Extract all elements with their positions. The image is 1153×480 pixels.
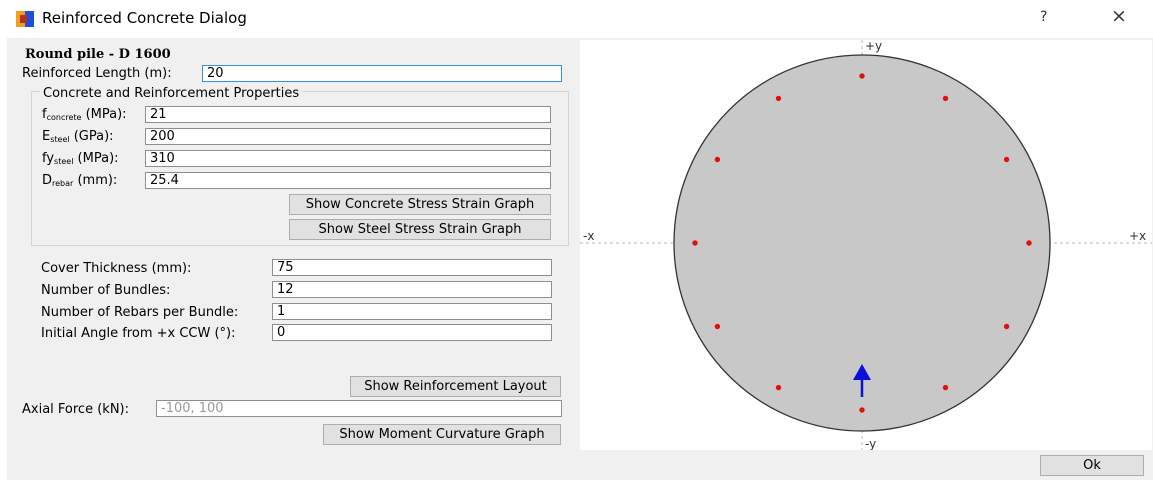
- cover-input[interactable]: 75: [272, 259, 552, 276]
- close-button[interactable]: ×: [1111, 5, 1127, 27]
- rebar-dot: [1026, 240, 1032, 246]
- axial-force-input[interactable]: -100, 100: [156, 400, 562, 417]
- fconcrete-input[interactable]: 21: [145, 106, 551, 123]
- rebar-dot: [692, 240, 698, 246]
- length-input[interactable]: 20: [202, 65, 562, 82]
- concrete-graph-button[interactable]: Show Concrete Stress Strain Graph: [289, 194, 551, 215]
- rebar-dot: [775, 95, 782, 102]
- rebar-dot: [775, 384, 782, 391]
- section-plot: +y -y -x +x: [580, 39, 1152, 451]
- fysteel-input[interactable]: 310: [145, 150, 551, 167]
- steel-graph-button[interactable]: Show Steel Stress Strain Graph: [289, 219, 551, 240]
- rebar-dot: [714, 156, 721, 163]
- rebar-dot: [859, 407, 865, 413]
- rebars-per-bundle-label: Number of Rebars per Bundle:: [41, 305, 239, 320]
- title-bar: Reinforced Concrete Dialog ? ×: [0, 0, 1153, 38]
- app-icon: [16, 11, 34, 27]
- properties-group-title: Concrete and Reinforcement Properties: [40, 86, 303, 101]
- rebar-dot: [1003, 156, 1010, 163]
- section-plot-svg: +y -y -x +x: [580, 39, 1152, 451]
- pos-x-label: +x: [1129, 229, 1146, 243]
- esteel-input[interactable]: 200: [145, 128, 551, 145]
- window-title: Reinforced Concrete Dialog: [42, 9, 247, 27]
- initial-angle-label: Initial Angle from +x CCW (°):: [41, 326, 236, 341]
- help-button[interactable]: ?: [1040, 9, 1047, 25]
- reinforcement-layout-button[interactable]: Show Reinforcement Layout: [350, 376, 561, 397]
- neg-x-label: -x: [583, 229, 594, 243]
- rebars-per-bundle-input[interactable]: 1: [272, 303, 552, 320]
- neg-y-label: -y: [865, 437, 876, 450]
- cover-label: Cover Thickness (mm):: [41, 261, 192, 276]
- rebar-dot: [859, 73, 865, 79]
- esteel-label: Esteel (GPa):: [42, 129, 114, 144]
- drebar-label: Drebar (mm):: [42, 173, 118, 188]
- moment-curvature-button[interactable]: Show Moment Curvature Graph: [323, 424, 561, 445]
- pos-y-label: +y: [865, 40, 882, 53]
- rebar-dot: [942, 95, 949, 102]
- axial-force-label: Axial Force (kN):: [22, 402, 129, 417]
- rebar-dot: [714, 323, 721, 330]
- rebar-dot: [942, 384, 949, 391]
- drebar-input[interactable]: 25.4: [145, 172, 551, 189]
- rebar-dot: [1003, 323, 1010, 330]
- bundles-input[interactable]: 12: [272, 281, 552, 298]
- bundles-label: Number of Bundles:: [41, 283, 171, 298]
- section-heading: Round pile - D 1600: [25, 47, 171, 62]
- dialog-body: Round pile - D 1600 Reinforced Length (m…: [7, 38, 1153, 480]
- length-label: Reinforced Length (m):: [22, 66, 172, 81]
- ok-button[interactable]: Ok: [1040, 455, 1144, 476]
- fconcrete-label: fconcrete (MPa):: [42, 107, 127, 122]
- initial-angle-input[interactable]: 0: [272, 324, 552, 341]
- fysteel-label: fysteel (MPa):: [42, 151, 119, 166]
